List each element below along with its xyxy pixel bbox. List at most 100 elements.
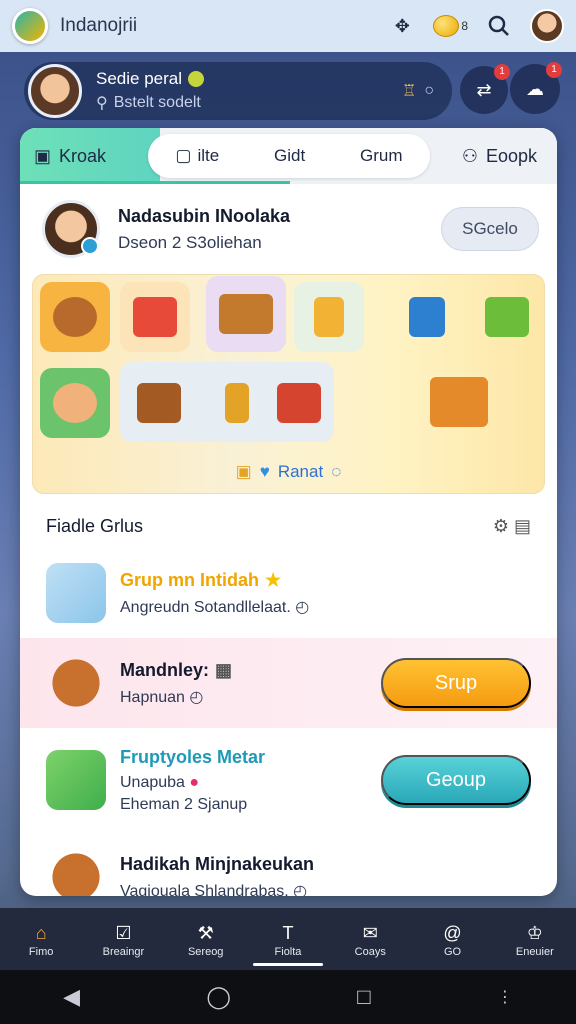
tag-icon[interactable] [294,282,364,352]
nav-eneuier[interactable]: ♔ Eneuier [500,920,570,959]
swap-icon: ⇄ [476,79,492,100]
tab-eoopk[interactable]: ⚇ Eoopk [462,128,537,184]
present-icon[interactable] [264,368,334,438]
refresh-icon: ◌ [331,462,342,481]
nav-search[interactable]: ⚒ Sereog [171,920,241,959]
list-item[interactable]: Mandnley: ▦ Hapnuan ◴ Srup [20,638,557,728]
user-action-button[interactable]: SGcelo [441,207,539,251]
list-item[interactable]: Hadikah Minjnakeukan Vagiouala Shlandrab… [32,832,545,896]
nav-go[interactable]: @ GO [418,920,488,959]
bear-icon [46,847,106,896]
list-item[interactable]: Grup mn Intidah ★ Angreudn Sotandllelaat.… [32,548,545,638]
profile-bar[interactable]: Sedie peral ⚲ Bstelt sodelt ♖ ○ [24,62,452,120]
home-circle-icon[interactable]: ◯ [206,984,231,1010]
app-logo[interactable] [12,8,48,44]
group-title: Mandnley: [120,659,210,680]
groups-panel: Fiadle Grlus ⚙ ▤ Grup mn Intidah ★ Angreu… [20,504,557,896]
bell-icon[interactable]: ♖ [402,81,416,101]
photo-icon: ▢ [175,146,192,165]
group-subtitle: Vagiouala Shlandrabas. [120,882,289,897]
more-icon[interactable]: ⋮ [497,987,513,1007]
group-subtitle: Angreudn Sotandllelaat. [120,598,291,616]
ticket-icon[interactable] [472,282,542,352]
search-icon[interactable] [486,13,512,39]
recents-icon[interactable]: □ [357,984,370,1010]
gift-panel: ▣ ♥ Ranat ◌ [32,274,545,494]
nav-breaking[interactable]: ☑ Breaingr [88,920,158,959]
nav-coays[interactable]: ✉ Coays [335,920,405,959]
info-icon: ◴ [295,598,310,616]
groups-title: Fiadle Grlus [46,515,144,536]
search-icon: ⚲ [96,95,108,112]
gamepad-icon[interactable]: ✥ [389,13,415,39]
crate-icon[interactable] [124,368,194,438]
home-icon: ⌂ [35,922,47,943]
giftbox-icon[interactable] [120,282,190,352]
info-icon: ◴ [189,688,204,706]
verified-icon [188,71,205,87]
tab-kroak[interactable]: ▣ Kroak [20,128,160,184]
trophy-nav-icon: ♔ [526,922,543,943]
star-icon: ★ [265,569,282,590]
heart-icon: ♥ [259,462,270,481]
user-subtitle: Dseon 2 S3oliehan [118,232,262,252]
menu-icon[interactable]: ⚙ ▤ [493,516,531,537]
ghost-icon: ☁ [526,78,544,99]
big-gift-icon[interactable] [414,362,504,442]
reward-row[interactable]: ▣ ♥ Ranat ◌ [32,462,545,482]
group-thumb [46,563,106,623]
profile-search[interactable]: Bstelt sodelt [114,94,201,112]
bear-icon [46,653,106,713]
tab-grum[interactable]: Grum [360,146,403,166]
coins-counter[interactable]: 8 [433,15,468,37]
text-icon: T [282,922,294,943]
tab-label: Eoopk [485,145,537,166]
tab-indicator [20,181,290,184]
user-avatar[interactable] [42,200,100,258]
notifications-button[interactable]: ⇄ 1 [460,64,510,114]
tab-label: Kroak [59,145,107,166]
group-title: Fruptyoles Metar [120,746,266,767]
nav-label: Breaingr [102,946,145,958]
nav-label: Fiolta [274,946,302,958]
coin-icon [433,15,460,37]
people-icon: ⚇ [461,145,478,166]
nav-home[interactable]: ⌂ Fimo [6,920,76,959]
user-row: Nadasubin INoolaka Dseon 2 S3oliehan SGc… [20,184,557,274]
profile-avatar[interactable] [28,64,82,118]
join-button[interactable]: Srup [381,658,531,708]
nav-label: GO [443,946,462,958]
nav-photo[interactable]: T Fiolta [252,920,323,966]
list-item[interactable]: Fruptyoles Metar Unapuba ● Eheman 2 Sjan… [32,728,545,832]
nav-label: Eneuier [515,946,554,958]
system-nav: ◀ ◯ □ ⋮ [0,970,576,1024]
group-subtitle: Hapnuan [120,688,185,706]
coins-label: 8 [461,19,468,33]
group-title: Hadikah Minjnakeukan [120,853,315,874]
trophy-icon[interactable] [202,368,272,438]
gift-small-icon: ▣ [235,462,252,481]
bear-gift-icon[interactable] [40,282,110,352]
hammer-icon: ⚒ [197,922,214,943]
check-icon: ☑ [115,922,132,943]
messages-button[interactable]: ☁ 1 [510,62,562,114]
bottom-nav: ⌂ Fimo ☑ Breaingr ⚒ Sereog T Fiolta ✉ Coays @… [0,908,576,970]
at-icon: @ [443,922,462,943]
notification-badge: 1 [494,64,510,80]
reward-label: Ranat [277,462,324,481]
tab-gidt[interactable]: Gidt [274,146,305,166]
boy-avatar-icon[interactable] [40,368,110,438]
group-subtitle-2: Eheman 2 Sjanup [120,795,248,813]
avatar[interactable] [530,9,564,43]
group-title: Grup mn Intidah [120,569,259,590]
tab-ilte[interactable]: ▢ ilte [175,146,219,166]
nav-label: Sereog [187,946,224,958]
settings-icon[interactable]: ○ [424,82,434,100]
group-subtitle: Unapuba [120,773,185,791]
package-icon[interactable] [392,282,462,352]
info-icon: ◴ [293,882,308,897]
nav-label: Coays [354,946,386,958]
chest-icon[interactable] [206,276,286,352]
back-icon[interactable]: ◀ [63,984,80,1010]
group-button[interactable]: Geoup [381,755,531,805]
